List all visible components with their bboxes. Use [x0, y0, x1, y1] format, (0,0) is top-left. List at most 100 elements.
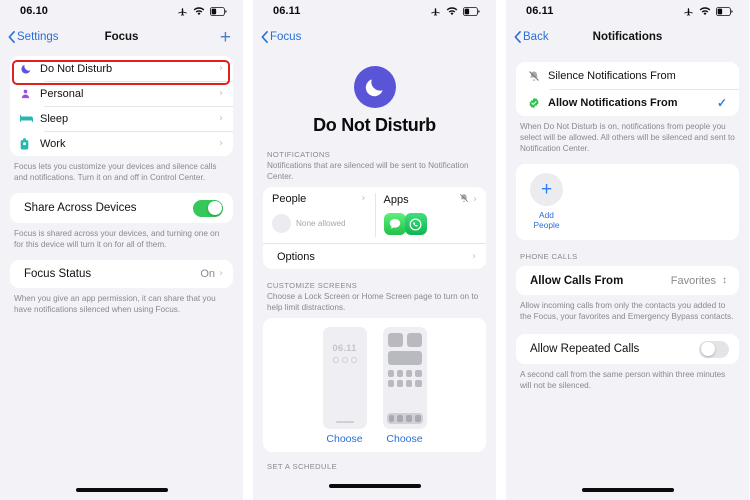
home-indicator [328, 484, 421, 488]
share-across-devices-row[interactable]: Share Across Devices [10, 193, 233, 223]
choose-lock-screen-button[interactable]: Choose [323, 433, 367, 445]
customize-screens-card: 06.11 Choose Choose [263, 318, 486, 453]
chevron-left-icon [514, 31, 521, 43]
bell-slash-icon [528, 70, 548, 82]
people-apps-card: People › None allowed Apps › Options › [263, 187, 487, 270]
panel-gap [243, 0, 253, 500]
chevron-left-icon [8, 31, 15, 43]
focus-item-sleep[interactable]: Sleep › [10, 106, 233, 131]
apps-tile[interactable]: Apps › [374, 187, 487, 243]
modes-footnote: When Do Not Disturb is on, notifications… [520, 122, 735, 154]
focus-item-do-not-disturb[interactable]: Do Not Disturb › [10, 56, 233, 81]
avatar-placeholder [272, 213, 291, 233]
battery-icon [463, 6, 480, 16]
status-bar: 06.11 [253, 0, 496, 22]
wifi-icon [193, 6, 205, 16]
people-empty-text: None allowed [296, 218, 346, 228]
status-time: 06.11 [526, 5, 554, 17]
nav-bar: Settings Focus + [0, 22, 243, 52]
add-people-label: Add People [533, 210, 560, 231]
share-across-devices-card: Share Across Devices [10, 193, 233, 224]
status-icons [177, 6, 227, 17]
whatsapp-icon [404, 213, 427, 236]
allow-repeated-calls-label: Allow Repeated Calls [530, 343, 640, 356]
people-apps-tiles: People › None allowed Apps › [263, 187, 487, 244]
chevron-right-icon: › [473, 193, 477, 205]
back-button-focus[interactable]: Focus [261, 31, 301, 43]
add-focus-button[interactable]: + [220, 28, 231, 47]
nav-bar: Focus [253, 22, 496, 52]
three-panel-screenshot: 06.10 Settings Focus + Do Not Disturb › … [0, 0, 750, 500]
allow-calls-value: Favorites [670, 274, 716, 287]
lock-screen-preview-col: 06.11 Choose [322, 327, 367, 445]
panel-notifications: 06.11 Back Notifications Silence Notific… [506, 0, 749, 500]
lock-screen-preview[interactable]: 06.11 [322, 327, 367, 430]
back-button[interactable]: Back [514, 31, 549, 43]
status-time: 06.11 [273, 5, 301, 17]
chevron-right-icon: › [361, 193, 366, 205]
schedule-group-header: SET A SCHEDULE [267, 462, 338, 472]
focus-item-work[interactable]: Work › [10, 131, 233, 156]
back-button-settings[interactable]: Settings [8, 31, 59, 43]
airplane-icon [177, 6, 188, 17]
people-tile[interactable]: People › None allowed [263, 187, 375, 243]
focus-list-card: Do Not Disturb › Personal › Sleep › Work… [10, 56, 233, 156]
person-icon [20, 88, 40, 100]
focus-item-label: Personal [40, 87, 84, 100]
nav-bar: Back Notifications [506, 22, 749, 52]
chevron-right-icon: › [219, 112, 223, 124]
choose-home-screen-button[interactable]: Choose [383, 433, 427, 445]
apps-tile-label: Apps [383, 193, 409, 206]
options-row[interactable]: Options › [263, 243, 486, 269]
allow-calls-row[interactable]: Allow Calls From Favorites ↕ [516, 266, 739, 295]
add-people-card: + Add People [516, 164, 739, 241]
lock-screen-time: 06.11 [332, 343, 357, 355]
chevron-right-icon: › [472, 250, 476, 262]
back-button-label: Settings [17, 31, 59, 43]
bell-slash-icon [459, 193, 469, 206]
home-screen-preview[interactable] [382, 327, 427, 430]
airplane-icon [430, 6, 441, 17]
chevron-right-icon: › [219, 62, 223, 74]
focus-footnote: Focus lets you customize your devices an… [14, 162, 217, 183]
home-screen-preview-col: Choose [382, 327, 427, 445]
briefcase-icon [20, 137, 40, 150]
allow-repeated-calls-row[interactable]: Allow Repeated Calls [516, 334, 739, 364]
share-across-devices-toggle[interactable] [193, 199, 223, 217]
focus-status-card: Focus Status On › [10, 260, 233, 289]
home-indicator [581, 488, 674, 492]
allow-calls-label: Allow Calls From [530, 274, 624, 287]
airplane-icon [683, 6, 694, 17]
mode-label: Silence Notifications From [548, 69, 676, 82]
allow-repeated-calls-toggle[interactable] [699, 340, 729, 358]
focus-status-row[interactable]: Focus Status On › [10, 260, 233, 288]
wifi-icon [699, 6, 711, 16]
home-dock [386, 413, 423, 425]
status-time: 06.10 [20, 5, 49, 17]
status-bar: 06.10 [0, 0, 243, 22]
moon-icon [20, 63, 40, 75]
mode-allow-notifications[interactable]: Allow Notifications From ✓ [516, 89, 739, 116]
battery-icon [210, 6, 227, 16]
focus-item-label: Sleep [40, 112, 69, 125]
chevron-left-icon [261, 31, 268, 43]
moon-icon [353, 66, 396, 108]
lock-screen-home-bar [335, 421, 354, 424]
allow-calls-card: Allow Calls From Favorites ↕ [516, 266, 739, 296]
add-people-button[interactable]: + Add People [530, 173, 739, 230]
chevron-right-icon: › [219, 137, 223, 149]
notifications-group-header: NOTIFICATIONS [267, 150, 331, 159]
allow-calls-footnote: Allow incoming calls from only the conta… [520, 301, 734, 322]
focus-status-label: Focus Status [24, 268, 92, 281]
chevron-right-icon: › [219, 268, 223, 280]
mode-silence-notifications[interactable]: Silence Notifications From [516, 62, 739, 89]
focus-item-personal[interactable]: Personal › [10, 81, 233, 106]
plus-icon: + [530, 173, 563, 207]
battery-icon [716, 6, 733, 16]
back-button-label: Back [523, 31, 549, 43]
mode-label: Allow Notifications From [548, 96, 678, 109]
status-icons [430, 6, 480, 17]
chevron-right-icon: › [219, 87, 223, 99]
chevron-updown-icon[interactable]: ↕ [722, 275, 727, 286]
share-footnote: Focus is shared across your devices, and… [14, 229, 220, 250]
